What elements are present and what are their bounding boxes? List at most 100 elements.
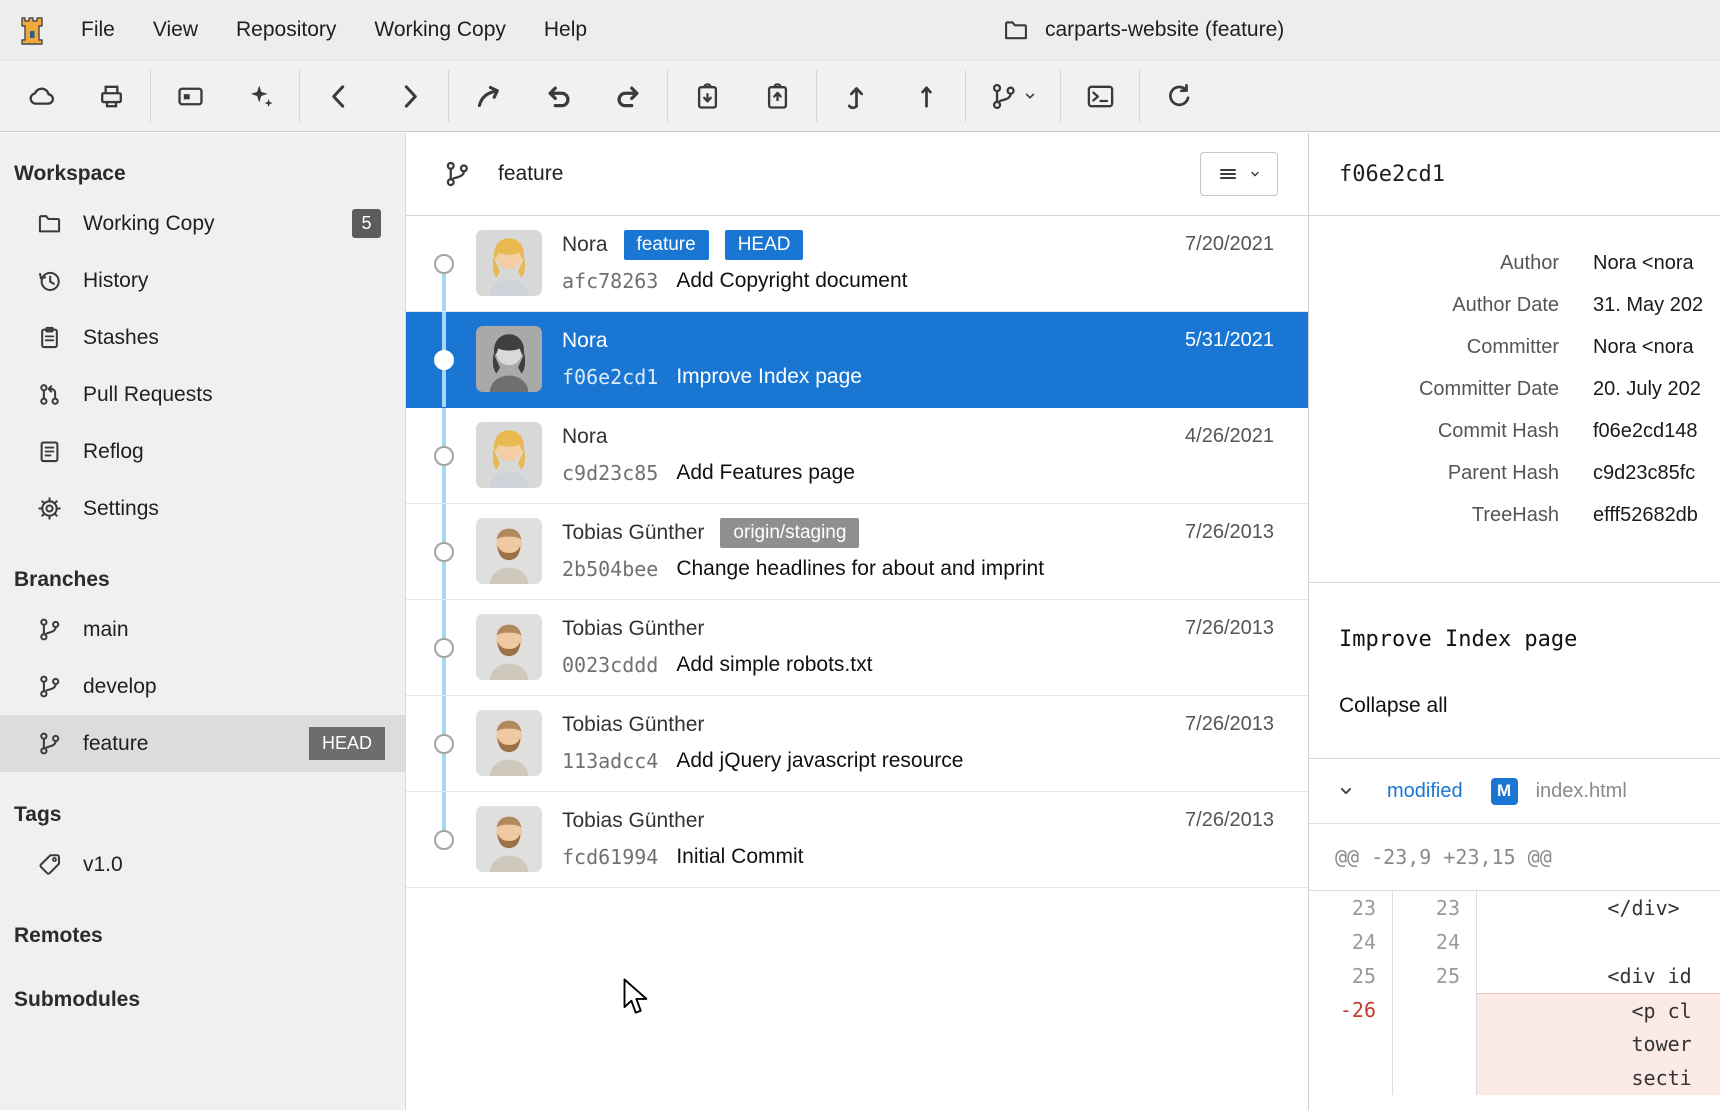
- forward-button[interactable]: [374, 68, 444, 124]
- diff-line: 23 23 </div>: [1309, 891, 1720, 925]
- commit-message: Add jQuery javascript resource: [676, 749, 963, 773]
- commit-graph: [406, 792, 474, 887]
- sidebar-tag-v10[interactable]: v1.0: [0, 836, 405, 893]
- commit-author: Nora: [562, 329, 608, 353]
- commit-details-panel: f06e2cd1 AuthorNora <nora Author Date31.…: [1308, 133, 1720, 1110]
- push-button[interactable]: [891, 68, 961, 124]
- stash-save-button[interactable]: [672, 68, 742, 124]
- menu-help[interactable]: Help: [525, 0, 606, 60]
- field-value: Nora <nora: [1593, 252, 1694, 275]
- branch-icon: [36, 730, 83, 757]
- commit-hash: 113adcc4: [562, 749, 658, 773]
- sidebar-branch-feature[interactable]: feature HEAD: [0, 715, 405, 772]
- sparkles-button[interactable]: [225, 68, 295, 124]
- sidebar-item-settings[interactable]: Settings: [0, 480, 405, 537]
- sidebar-item-pull-requests[interactable]: Pull Requests: [0, 366, 405, 423]
- clipboard-icon: [36, 324, 83, 351]
- commit-row-selected[interactable]: Nora f06e2cd1 Improve Index page 5/31/20…: [406, 312, 1308, 408]
- history-icon: [36, 267, 83, 294]
- diff-line-deleted: -26 <p cl: [1309, 993, 1720, 1027]
- menu-repository[interactable]: Repository: [217, 0, 355, 60]
- commit-graph: [406, 408, 474, 503]
- terminal-button[interactable]: [1065, 68, 1135, 124]
- diff-line-deleted: secti: [1309, 1061, 1720, 1095]
- commit-hash: c9d23c85: [562, 461, 658, 485]
- cloud-button[interactable]: [6, 68, 76, 124]
- archive-button[interactable]: [155, 68, 225, 124]
- field-label: Author Date: [1309, 294, 1559, 317]
- commit-row[interactable]: Tobias Günther 0023cddd Add simple robot…: [406, 600, 1308, 696]
- menu-view[interactable]: View: [134, 0, 217, 60]
- commit-graph: [406, 504, 474, 599]
- diff-line: 25 25 <div id: [1309, 959, 1720, 993]
- diff-line: 24 24: [1309, 925, 1720, 959]
- toolbar-separator: [299, 70, 300, 122]
- avatar: [476, 806, 542, 872]
- sidebar-item-reflog[interactable]: Reflog: [0, 423, 405, 480]
- field-label: Committer Date: [1309, 378, 1559, 401]
- field-label: Author: [1309, 252, 1559, 275]
- commit-row[interactable]: Tobias Günther 113adcc4 Add jQuery javas…: [406, 696, 1308, 792]
- collapse-all-link[interactable]: Collapse all: [1339, 694, 1720, 718]
- graph-node: [434, 542, 454, 562]
- field-value: f06e2cd148: [1593, 420, 1698, 443]
- chevron-down-icon[interactable]: [1335, 780, 1357, 802]
- commit-message: Add Features page: [676, 461, 855, 485]
- pull-request-icon: [36, 381, 83, 408]
- sidebar: Workspace Working Copy 5 History Stashes…: [0, 133, 406, 1110]
- branch-actions-button[interactable]: [970, 81, 1056, 112]
- history-header: feature: [406, 133, 1308, 216]
- toolbar-separator: [667, 70, 668, 122]
- sidebar-item-history[interactable]: History: [0, 252, 405, 309]
- avatar: [476, 710, 542, 776]
- avatar: [476, 230, 542, 296]
- field-label: TreeHash: [1309, 504, 1559, 527]
- menu-file[interactable]: File: [62, 0, 134, 60]
- graph-node: [434, 254, 454, 274]
- sidebar-branch-develop[interactable]: develop: [0, 658, 405, 715]
- commit-author: Tobias Günther: [562, 521, 704, 545]
- sidebar-item-label: Reflog: [83, 440, 144, 464]
- commit-date: 7/26/2013: [1185, 713, 1274, 736]
- sidebar-item-stashes[interactable]: Stashes: [0, 309, 405, 366]
- pull-button[interactable]: [821, 68, 891, 124]
- commit-author: Nora: [562, 233, 608, 257]
- field-value: 20. July 202: [1593, 378, 1701, 401]
- arrow-up-right-button[interactable]: [453, 68, 523, 124]
- submodules-section-header[interactable]: Submodules: [0, 979, 405, 1021]
- commit-message: Improve Index page: [676, 365, 862, 389]
- commit-row[interactable]: Nora c9d23c85 Add Features page 4/26/202…: [406, 408, 1308, 504]
- commit-hash: f06e2cd1: [562, 365, 658, 389]
- redo-button[interactable]: [593, 68, 663, 124]
- commit-hash: 0023cddd: [562, 653, 658, 677]
- commit-message: Initial Commit: [676, 845, 803, 869]
- back-button[interactable]: [304, 68, 374, 124]
- sidebar-branch-main[interactable]: main: [0, 601, 405, 658]
- menu-working-copy[interactable]: Working Copy: [355, 0, 525, 60]
- sidebar-item-working-copy[interactable]: Working Copy 5: [0, 195, 405, 252]
- commit-hash: afc78263: [562, 269, 658, 293]
- commit-row[interactable]: Tobias Günther fcd61994 Initial Commit 7…: [406, 792, 1308, 888]
- new-line-number: [1393, 1061, 1477, 1095]
- diff-code: <p cl: [1477, 993, 1720, 1027]
- remotes-section-header[interactable]: Remotes: [0, 915, 405, 957]
- refresh-button[interactable]: [1144, 68, 1214, 124]
- stash-apply-button[interactable]: [742, 68, 812, 124]
- remote-branch-badge: origin/staging: [720, 518, 859, 548]
- old-line-number: 25: [1309, 959, 1393, 993]
- current-branch-label: feature: [498, 162, 563, 186]
- file-status-text: modified: [1387, 780, 1463, 803]
- commit-message-full: Improve Index page: [1339, 627, 1720, 652]
- commit-row[interactable]: Tobias Günther origin/staging 2b504bee C…: [406, 504, 1308, 600]
- tower-logo-icon[interactable]: [14, 12, 50, 48]
- printer-button[interactable]: [76, 68, 146, 124]
- changed-file-row[interactable]: modified M index.html: [1309, 759, 1720, 824]
- repo-title-label: carparts-website (feature): [1045, 18, 1284, 42]
- history-options-button[interactable]: [1200, 152, 1278, 196]
- graph-node: [434, 638, 454, 658]
- undo-button[interactable]: [523, 68, 593, 124]
- commit-row[interactable]: Nora feature HEAD afc78263 Add Copyright…: [406, 216, 1308, 312]
- sidebar-item-label: Working Copy: [83, 212, 215, 236]
- commit-author: Tobias Günther: [562, 809, 704, 833]
- commit-date: 7/26/2013: [1185, 617, 1274, 640]
